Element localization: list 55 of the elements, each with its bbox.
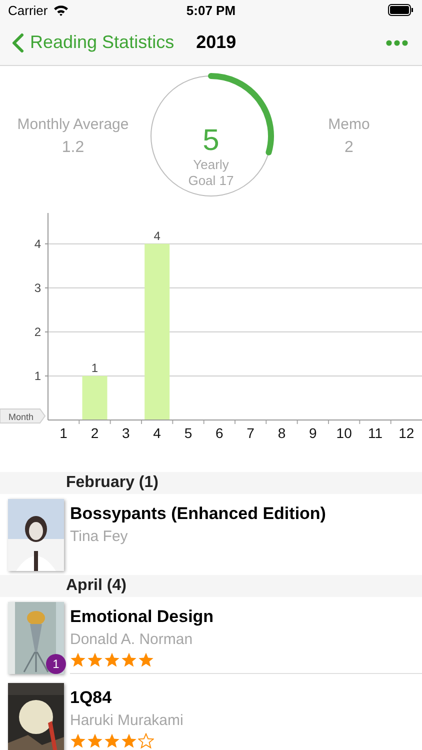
wifi-icon (52, 4, 69, 16)
star-icon (70, 733, 86, 749)
goal-caption: Goal 17 (188, 173, 234, 189)
book-author: Donald A. Norman (70, 631, 194, 648)
back-chevron-icon (12, 32, 24, 52)
bar-value-label: 4 (154, 228, 160, 243)
bar (82, 376, 108, 420)
y-axis-label: 2 (34, 324, 41, 339)
stat-value: 2 (344, 138, 354, 156)
book-row[interactable]: 1Q84 Haruki Murakami (0, 678, 422, 750)
book-title: Bossypants (Enhanced Edition) (70, 504, 327, 524)
stat-label: Monthly Average (17, 116, 129, 132)
x-axis-label: 10 (336, 425, 352, 441)
x-axis-label: 11 (368, 425, 383, 441)
book-row[interactable]: Bossypants (Enhanced Edition) Tina Fey (0, 494, 422, 575)
star-icon (70, 652, 86, 668)
stat-value: 1.2 (62, 138, 84, 156)
section-title: April (4) (66, 577, 126, 595)
x-axis-label: 4 (153, 425, 161, 441)
star-icon (87, 733, 103, 749)
stat-label: Memo (328, 116, 370, 132)
star-icon (104, 652, 120, 668)
status-time: 5:07 PM (186, 2, 236, 18)
books-read-count: 5 (202, 125, 220, 157)
star-icon (104, 733, 120, 749)
x-axis-label: 2 (90, 425, 99, 441)
axis-tag (0, 408, 46, 424)
more-icon (386, 40, 408, 46)
x-axis-label: 9 (309, 425, 317, 441)
battery-icon (388, 4, 414, 16)
y-axis-label: 3 (34, 280, 41, 295)
star-icon (121, 652, 137, 668)
book-title: Emotional Design (70, 607, 215, 627)
book-row[interactable]: 1 Emotional Design Donald A. Norman (0, 597, 422, 678)
year-title: 2019 (196, 32, 236, 53)
y-axis-label: 1 (34, 368, 41, 383)
book-author: Tina Fey (70, 528, 129, 545)
x-axis-label: 8 (278, 425, 286, 441)
x-axis-label: 1 (60, 425, 68, 441)
section-title: February (1) (66, 474, 158, 492)
goal-caption: Yearly (193, 157, 229, 173)
star-icon (87, 652, 103, 668)
star-icon (138, 652, 154, 668)
carrier-label: Carrier (8, 2, 48, 18)
x-axis-label: 3 (122, 425, 130, 441)
bar-value-label: 1 (91, 360, 98, 375)
x-axis-label: 7 (246, 425, 254, 441)
x-axis-title: Month (8, 412, 34, 422)
y-axis-label: 4 (34, 236, 41, 251)
x-axis-label: 6 (216, 425, 224, 441)
star-icon (121, 733, 137, 749)
book-author: Haruki Murakami (70, 712, 184, 729)
book-title: 1Q84 (70, 688, 113, 708)
x-axis-label: 5 (184, 425, 192, 441)
x-axis-label: 12 (398, 425, 414, 441)
